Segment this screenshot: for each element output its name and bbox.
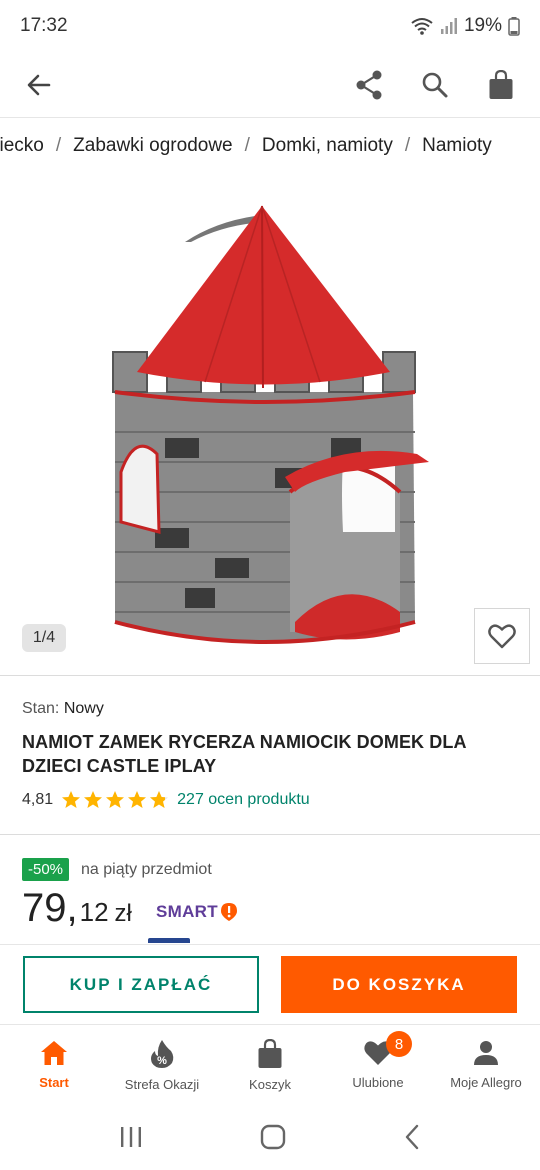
app-bar-actions [352,68,518,102]
breadcrumb: ziecko / Zabawki ogrodowe / Domki, namio… [0,118,540,174]
nav-item-start[interactable]: Start [0,1025,108,1104]
condition: Stan: Nowy [22,700,522,718]
smart-indicator [148,938,190,943]
nav-label: Koszyk [249,1077,291,1092]
breadcrumb-item[interactable]: ziecko [0,135,44,157]
breadcrumb-separator: / [244,135,250,156]
status-time: 17:32 [20,15,68,36]
product-title: NAMIOT ZAMEK RYCERZA NAMIOCIK DOMEK DLA … [22,732,466,776]
user-icon [474,1041,498,1065]
star-icon [84,791,103,808]
nav-item-cart[interactable]: Koszyk [216,1025,324,1104]
discount-badge: -50% [22,858,70,881]
star-icon [106,791,125,808]
product-image [112,205,429,644]
reviews-link[interactable]: 227 ocen produktu [177,791,310,809]
signal-icon [440,18,457,34]
price: 79, 12 zł [22,886,132,931]
promo-row: -50% na piąty przedmiot [22,858,212,881]
status-icons: 19% [410,15,520,37]
battery-icon [508,17,520,36]
back-nav-icon[interactable] [402,1124,422,1150]
price-currency: zł [114,900,132,927]
smart-badge[interactable]: SMART [156,902,238,922]
condition-label: Stan: [22,700,60,717]
favorites-count-badge: 8 [386,1031,412,1057]
nav-label: Start [39,1075,69,1090]
product-gallery[interactable]: 1/4 [0,174,540,674]
back-arrow-icon [27,74,51,95]
star-half-icon [150,791,169,808]
breadcrumb-item[interactable]: Zabawki ogrodowe [73,135,232,157]
add-to-favorites-button[interactable] [474,608,530,664]
divider [0,834,540,835]
nav-item-my-allegro[interactable]: Moje Allegro [432,1025,540,1104]
nav-item-favorites[interactable]: Ulubione 8 [324,1025,432,1104]
bottom-nav: Start % Strefa Okazji Koszyk Ulubione 8 … [0,1024,540,1104]
nav-label: Moje Allegro [450,1075,522,1090]
home-icon [41,1041,67,1065]
divider [0,675,540,676]
system-nav-bar [0,1104,540,1170]
deal-icon: % [151,1040,174,1068]
svg-text:%: % [157,1055,167,1067]
home-button-icon[interactable] [260,1124,286,1150]
breadcrumb-separator: / [404,135,411,156]
smart-info-icon [220,903,237,921]
breadcrumb-separator: / [55,135,62,156]
status-bar: 17:32 19% [0,0,540,52]
cart-button[interactable] [484,68,518,102]
nav-item-deals[interactable]: % Strefa Okazji [108,1025,216,1104]
nav-label: Ulubione [352,1075,404,1090]
action-bar: KUP I ZAPŁAĆ DO KOSZYKA [0,944,540,1024]
smart-label: SMART [156,902,218,921]
search-button[interactable] [418,68,452,102]
breadcrumb-item[interactable]: Domki, namioty [262,135,393,157]
nav-label: Strefa Okazji [124,1077,200,1092]
image-counter: 1/4 [22,624,66,652]
price-integer: 79, [22,886,78,930]
wifi-icon [411,18,433,35]
battery-percent: 19% [463,15,502,36]
recent-apps-icon[interactable] [118,1125,144,1149]
back-button[interactable] [22,68,56,102]
rating-stars [61,790,169,810]
shopping-bag-icon [489,69,513,99]
buy-now-button[interactable]: KUP I ZAPŁAĆ [23,956,259,1013]
product-info: Stan: Nowy NAMIOT ZAMEK RYCERZA NAMIOCIK… [22,700,522,810]
rating-row: 4,81 227 ocen produktu [22,790,522,810]
star-icon [62,791,81,808]
breadcrumb-item[interactable]: Namioty [422,135,492,157]
add-to-cart-button[interactable]: DO KOSZYKA [281,956,517,1013]
share-button[interactable] [352,68,386,102]
price-decimal: 12 [79,897,109,927]
condition-value: Nowy [63,700,104,717]
rating-score: 4,81 [22,791,54,808]
star-icon [128,791,147,808]
share-icon [356,70,382,99]
heart-outline-icon [488,624,516,649]
app-bar [0,52,540,118]
search-icon [422,72,448,97]
promo-text: na piąty przedmiot [81,860,212,878]
cart-icon [258,1039,282,1068]
